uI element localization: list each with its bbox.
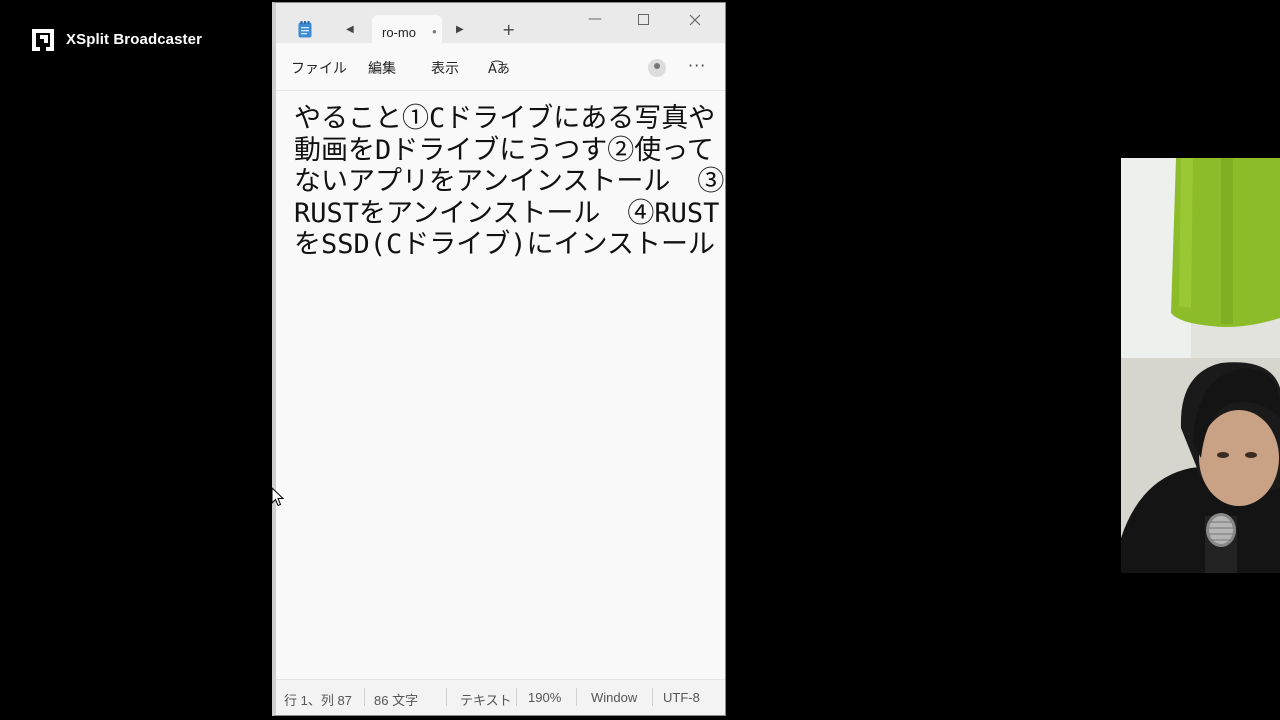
menu-edit[interactable]: 編集 (368, 58, 396, 78)
status-divider (516, 688, 517, 706)
status-line-ending[interactable]: Window (591, 690, 637, 705)
new-tab-button[interactable]: + (502, 20, 515, 39)
xsplit-brand-text: XSplit Broadcaster (66, 30, 203, 48)
editor-content[interactable]: やること①Cドライブにある写真や動画をDドライブにうつす②使ってないアプリをアン… (294, 103, 725, 261)
maximize-button[interactable] (638, 11, 649, 29)
webcam-image (1121, 158, 1280, 573)
status-format[interactable]: テキスト (460, 690, 512, 709)
account-icon[interactable] (648, 59, 666, 77)
close-icon (689, 14, 701, 26)
tab-unsaved-dot-icon: ● (432, 27, 437, 36)
menu-bar: ファイル 編集 表示 A͡あ ··· (276, 43, 725, 91)
status-zoom[interactable]: 190% (528, 690, 561, 705)
tab-title: ro-mo (382, 25, 416, 40)
status-divider (576, 688, 577, 706)
chevron-left-icon[interactable]: ◀ (346, 24, 354, 35)
chevron-right-icon[interactable]: ▶ (456, 24, 464, 35)
status-char-count: 86 文字 (374, 693, 419, 708)
text-editor[interactable]: やること①Cドライブにある写真や動画をDドライブにうつす②使ってないアプリをアン… (276, 91, 725, 679)
webcam-feed (1121, 158, 1280, 573)
status-divider (364, 688, 365, 706)
notepad-window: ◀ ro-mo ● ▶ + — ファイル 編集 表示 A͡あ ··· やること①… (272, 2, 726, 716)
maximize-icon (638, 14, 649, 25)
mouse-cursor-icon (271, 487, 285, 507)
status-bar: 行 1、列 87 86 文字 テキスト 190% Window UTF-8 (276, 679, 725, 715)
more-icon[interactable]: ··· (688, 56, 706, 75)
close-button[interactable] (689, 11, 701, 30)
minimize-button[interactable]: — (588, 11, 602, 27)
xsplit-logo-icon (32, 29, 54, 51)
title-bar: ◀ ro-mo ● ▶ + — (276, 3, 725, 45)
menu-view[interactable]: 表示 (431, 58, 459, 78)
status-position: 行 1、列 87 (284, 693, 352, 708)
notepad-icon (298, 21, 312, 38)
status-divider (446, 688, 447, 706)
menu-file[interactable]: ファイル (291, 58, 347, 78)
font-settings-icon[interactable]: A͡あ (488, 58, 510, 77)
xsplit-watermark: XSplit Broadcaster (30, 25, 202, 53)
tab-ro-mo[interactable]: ro-mo ● (372, 15, 442, 45)
status-divider (652, 688, 653, 706)
status-encoding[interactable]: UTF-8 (663, 690, 700, 705)
